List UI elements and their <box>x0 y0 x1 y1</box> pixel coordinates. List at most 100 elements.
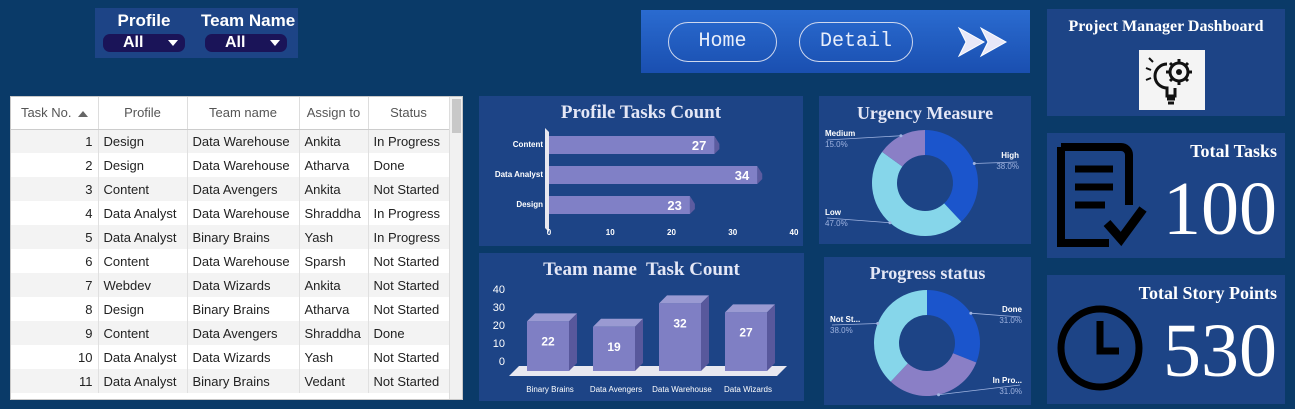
profile-dropdown[interactable]: All <box>103 34 185 52</box>
table-row[interactable]: 4 Data Analyst Data Warehouse Shraddha In Pr… <box>11 201 450 225</box>
column-header-assign-to[interactable]: Assign to <box>299 97 369 130</box>
bar-top <box>527 313 577 322</box>
slice-label: In Pro... <box>993 376 1022 385</box>
table-cell: Data Warehouse <box>187 249 300 273</box>
slice-label: Not St... <box>830 315 860 324</box>
table-cell: Yash <box>299 345 369 369</box>
table-cell: Data Wizards <box>187 345 300 369</box>
sort-ascending-icon <box>77 110 88 117</box>
table-row[interactable]: 7 Webdev Data Wizards Ankita Not Started <box>11 273 450 297</box>
table-row[interactable]: 3 Content Data Avengers Ankita Not Started <box>11 177 450 201</box>
profile-tasks-bar-chart: Content 27 Data Analyst 34 Design 23 0 10 20 30 40 <box>495 128 799 237</box>
table-row[interactable]: 8 Design Binary Brains Atharva Not Started <box>11 297 450 321</box>
table-cell: 7 <box>11 273 99 297</box>
column-header-task-no[interactable]: Task No. <box>11 97 99 130</box>
table-row[interactable]: 11 Data Analyst Binary Brains Vedant Not Sta… <box>11 369 450 393</box>
table-cell: Content <box>98 249 188 273</box>
table-cell: Ankita <box>299 129 369 153</box>
slice-label: High <box>1001 151 1019 160</box>
x-tick-label: 10 <box>606 228 615 237</box>
table-cell: Webdev <box>98 273 188 297</box>
table-cell: Data Analyst <box>98 225 188 249</box>
table-cell: Design <box>98 129 188 153</box>
data-label: 27 <box>692 138 706 153</box>
table-cell: Data Analyst <box>98 369 188 393</box>
column-header-team-name[interactable]: Team name <box>187 97 300 130</box>
table-cell: Done <box>368 153 450 177</box>
table-cell: Sparsh <box>299 249 369 273</box>
total-story-points-label: Total Story Points <box>1138 283 1277 303</box>
chart-wall <box>545 128 549 232</box>
bar-top <box>659 295 709 304</box>
slice-not-st[interactable] <box>874 290 927 382</box>
scrollbar-thumb[interactable] <box>452 99 461 133</box>
data-label: 32 <box>673 316 687 330</box>
bar-side <box>767 304 775 371</box>
table-cell: Shraddha <box>299 201 369 225</box>
chevron-down-icon <box>168 40 178 46</box>
table-cell: 11 <box>11 369 99 393</box>
table-cell: 4 <box>11 201 99 225</box>
table-cell: Data Warehouse <box>187 153 300 177</box>
bar-top <box>593 318 643 327</box>
column-header-profile[interactable]: Profile <box>98 97 188 130</box>
bar-data-wizards[interactable] <box>725 312 767 371</box>
dashboard-title: Project Manager Dashboard <box>1068 18 1264 35</box>
team-name-dropdown[interactable]: All <box>205 34 287 52</box>
task-table-grid: Task No. Profile Team name Assign to Sta… <box>11 97 450 393</box>
x-tick-label: 0 <box>547 228 552 237</box>
table-cell: Data Analyst <box>98 345 188 369</box>
y-tick-label: 40 <box>493 284 505 296</box>
table-row[interactable]: 5 Data Analyst Binary Brains Yash In Progres… <box>11 225 450 249</box>
table-cell: Data Analyst <box>98 201 188 225</box>
table-scrollbar[interactable] <box>449 97 462 399</box>
data-label: 27 <box>739 325 753 339</box>
table-cell: Binary Brains <box>187 225 300 249</box>
detail-button[interactable]: Detail <box>799 22 913 62</box>
table-row[interactable]: 2 Design Data Warehouse Atharva Done <box>11 153 450 177</box>
clock-icon <box>1057 305 1143 391</box>
data-label: 34 <box>735 168 750 183</box>
table-row[interactable]: 10 Data Analyst Data Wizards Yash Not Starte… <box>11 345 450 369</box>
table-cell: Not Started <box>368 177 450 201</box>
y-tick-label: 30 <box>493 302 505 314</box>
bar-side <box>757 166 763 184</box>
table-cell: In Progress <box>368 201 450 225</box>
urgency-donut-chart: High 38.0% Low 47.0% Medium 15.0% <box>825 129 1019 236</box>
data-label: 19 <box>607 340 621 354</box>
column-header-status[interactable]: Status <box>368 97 450 130</box>
slice-done[interactable] <box>927 290 980 363</box>
home-button[interactable]: Home <box>668 22 777 62</box>
task-table: Task No. Profile Team name Assign to Sta… <box>10 96 463 400</box>
bar-data-analyst[interactable] <box>549 166 758 184</box>
progress-status-panel: Progress status Done 31.0% In Pro... 31.0% N… <box>824 257 1031 405</box>
table-cell: In Progress <box>368 225 450 249</box>
table-cell: 8 <box>11 297 99 321</box>
data-label: 22 <box>541 334 555 348</box>
table-cell: 2 <box>11 153 99 177</box>
table-header-row: Task No. Profile Team name Assign to Sta… <box>11 97 450 130</box>
profile-dropdown-value: All <box>123 34 144 51</box>
table-cell: Data Avengers <box>187 177 300 201</box>
bar-top <box>725 304 775 313</box>
team-name-filter: Team Name All <box>201 11 295 52</box>
slice-high[interactable] <box>925 130 978 222</box>
profile-filter-label: Profile <box>117 11 171 30</box>
team-name-filter-label: Team Name <box>201 11 296 30</box>
table-cell: Content <box>98 321 188 345</box>
table-cell: In Progress <box>368 129 450 153</box>
fast-forward-icon[interactable] <box>956 24 1016 60</box>
table-row[interactable]: 9 Content Data Avengers Shraddha Done <box>11 321 450 345</box>
data-label: 23 <box>667 198 681 213</box>
team-name-dropdown-value: All <box>225 34 246 51</box>
table-row[interactable]: 1 Design Data Warehouse Ankita In Progress <box>11 129 450 153</box>
table-row[interactable]: 6 Content Data Warehouse Sparsh Not Started <box>11 249 450 273</box>
table-cell: 10 <box>11 345 99 369</box>
y-tick-label: 0 <box>499 356 505 368</box>
table-cell: Not Started <box>368 273 450 297</box>
bar-data-warehouse[interactable] <box>659 303 701 371</box>
table-cell: Not Started <box>368 249 450 273</box>
bar-content[interactable] <box>549 136 715 154</box>
bar-side <box>714 136 720 154</box>
table-cell: Design <box>98 153 188 177</box>
